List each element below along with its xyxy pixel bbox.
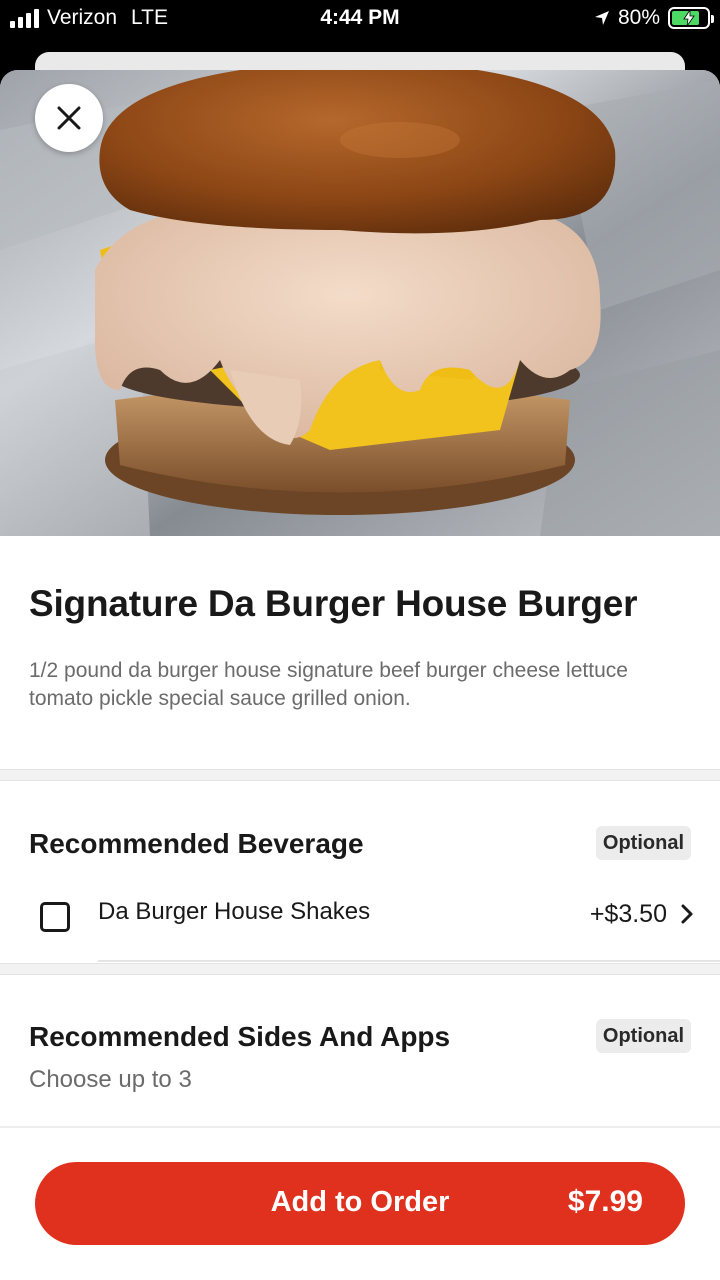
option-checkbox[interactable]: [40, 902, 70, 932]
battery-percent: 80%: [617, 6, 660, 29]
item-photo: [0, 70, 720, 536]
section-subtitle: Choose up to 3: [29, 1066, 192, 1093]
option-row-shakes[interactable]: Da Burger House Shakes +$3.50: [0, 880, 720, 950]
close-icon: [57, 106, 81, 130]
item-title: Signature Da Burger House Burger: [29, 583, 638, 624]
add-to-order-button[interactable]: Add to Order $7.99: [35, 1162, 685, 1245]
section-divider: [0, 963, 720, 975]
option-price: +$3.50: [589, 900, 667, 928]
close-button[interactable]: [35, 84, 103, 152]
order-price: $7.99: [567, 1185, 643, 1218]
section-title-sides: Recommended Sides And Apps: [29, 1021, 451, 1052]
item-detail-sheet: Signature Da Burger House Burger 1/2 pou…: [0, 70, 720, 1280]
charging-bolt-icon: [683, 10, 695, 26]
row-divider: [98, 960, 720, 962]
item-description: 1/2 pound da burger house signature beef…: [29, 659, 628, 710]
location-arrow-icon: [594, 11, 609, 25]
chevron-right-icon: [681, 904, 693, 924]
optional-badge: Optional: [595, 826, 691, 860]
section-title-beverage: Recommended Beverage: [29, 828, 364, 859]
battery-icon: [668, 7, 714, 29]
option-label: Da Burger House Shakes: [98, 898, 371, 925]
status-right: 80%: [594, 6, 714, 30]
optional-badge: Optional: [595, 1019, 691, 1053]
section-divider: [0, 769, 720, 781]
footer-divider: [0, 1126, 720, 1128]
status-bar: Verizon LTE 4:44 PM 80%: [0, 0, 720, 40]
